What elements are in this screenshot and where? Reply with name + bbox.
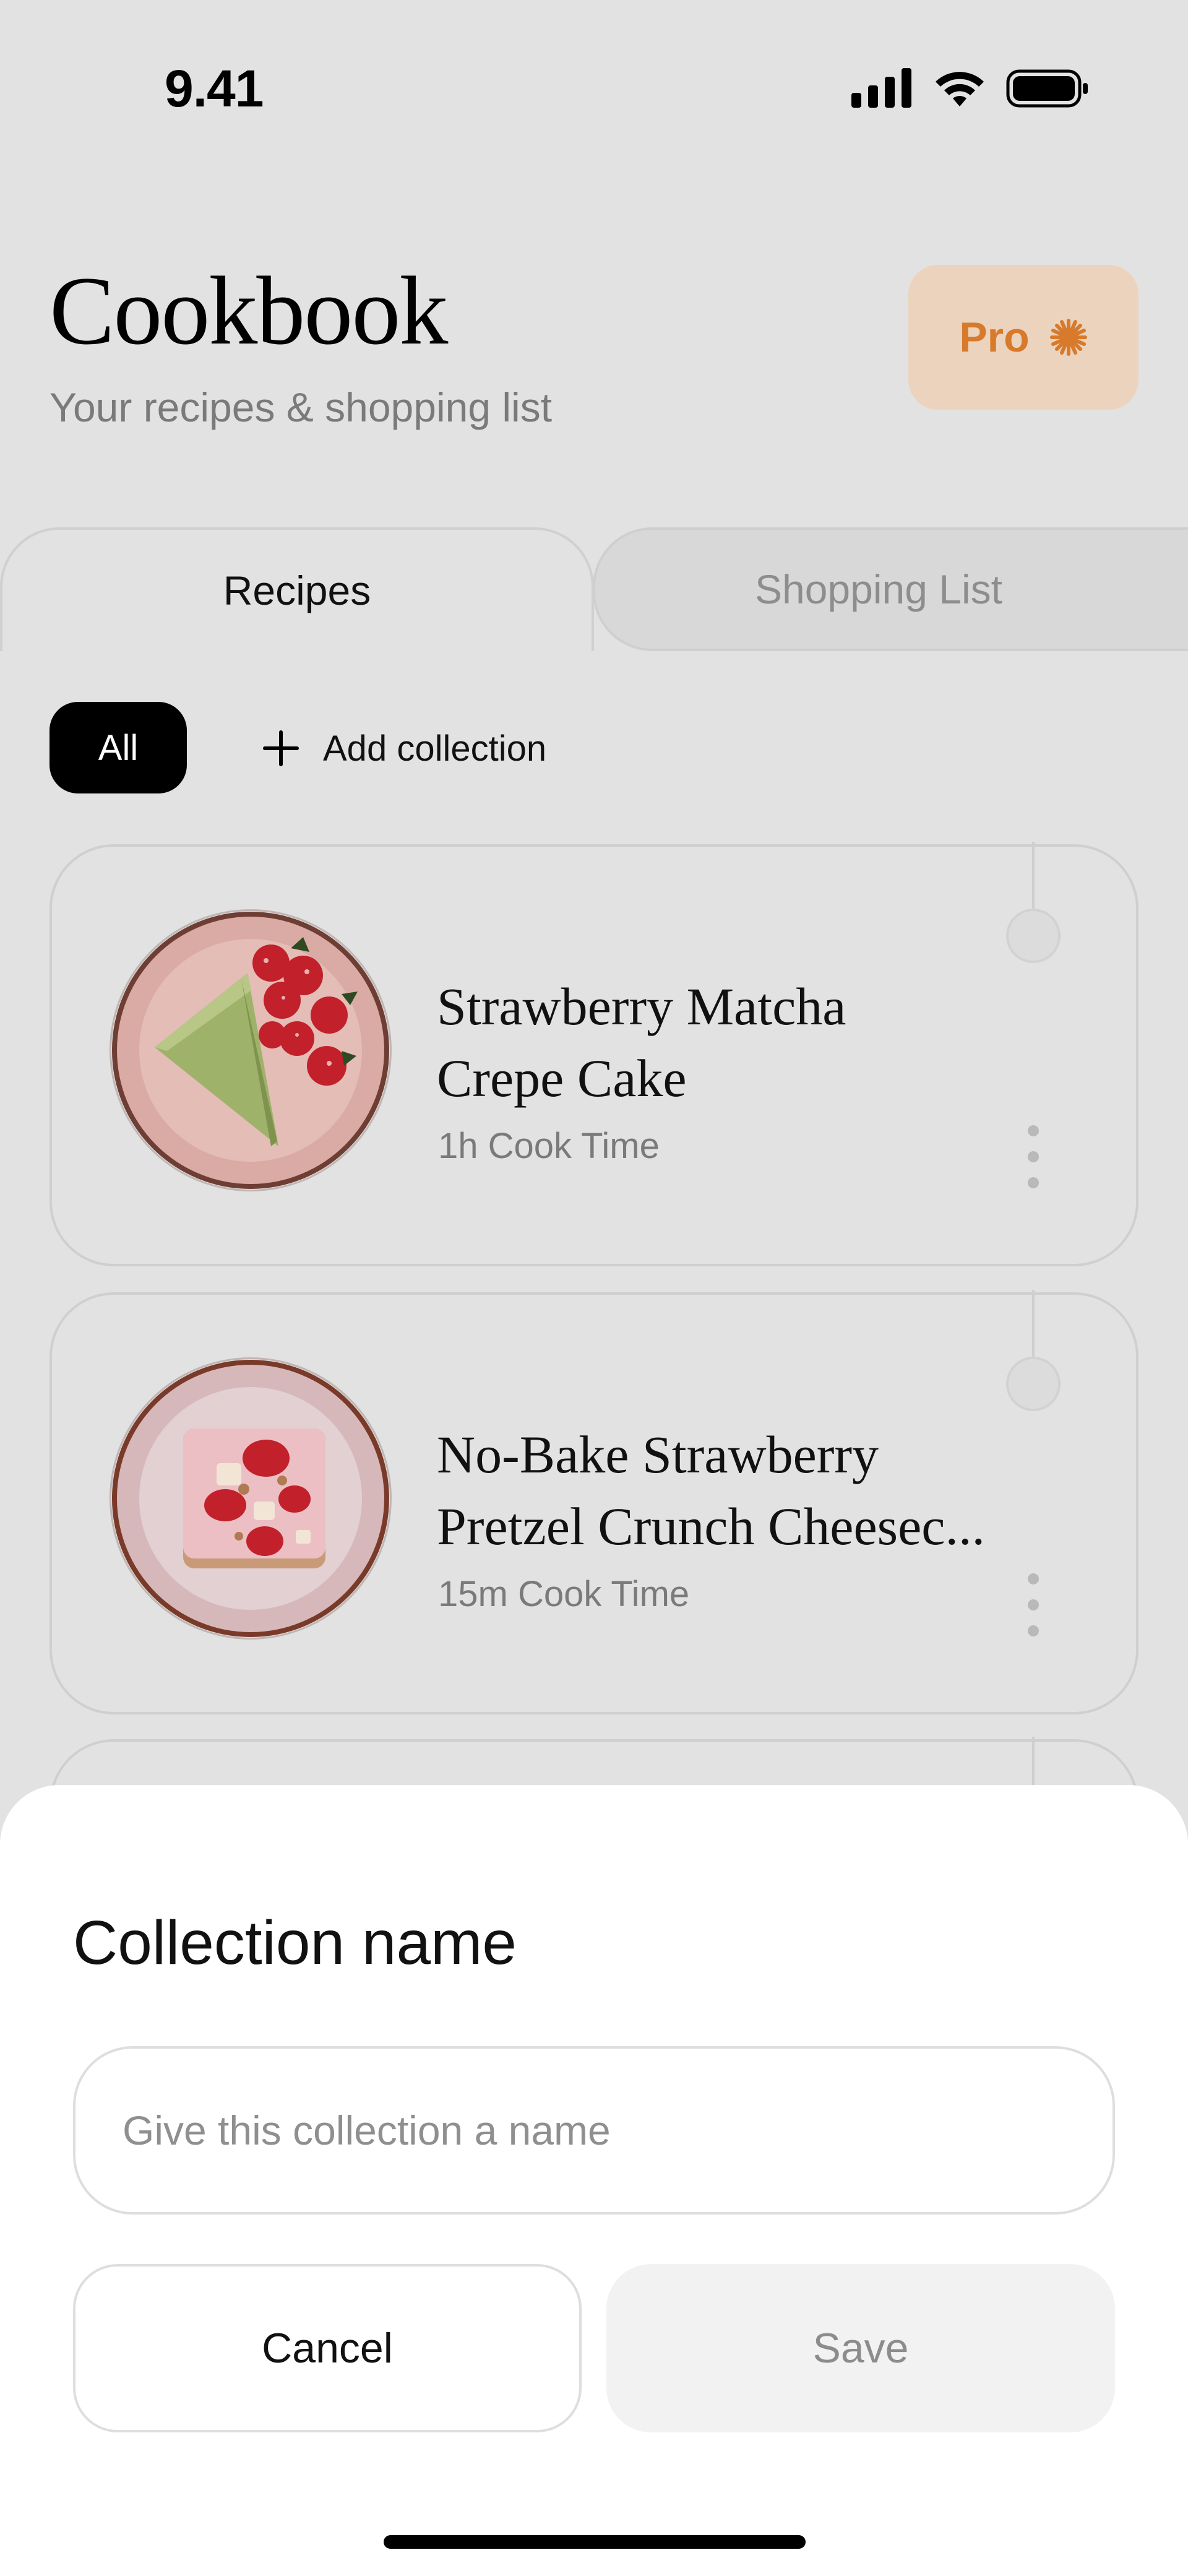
- save-button[interactable]: Save: [606, 2264, 1115, 2432]
- recipe-card[interactable]: Strawberry Matcha Crepe Cake 1h Cook Tim…: [50, 842, 1138, 1266]
- wifi-icon: [936, 72, 984, 106]
- recipe-select-toggle[interactable]: [1006, 909, 1061, 963]
- status-time: 9.41: [165, 59, 264, 118]
- recipe-cook-time: 1h Cook Time: [438, 1126, 660, 1166]
- recipe-title: Strawberry Matcha Crepe Cake: [437, 970, 1031, 1114]
- recipe-title-line: Pretzel Crunch Cheesec...: [437, 1497, 985, 1556]
- page-subtitle: Your recipes & shopping list: [50, 384, 553, 430]
- add-collection-button[interactable]: Add collection: [261, 720, 546, 776]
- add-collection-label: Add collection: [323, 728, 547, 769]
- cancel-label: Cancel: [262, 2325, 393, 2372]
- sheet-title: Collection name: [73, 1908, 517, 1977]
- recipe-cook-time: 15m Cook Time: [438, 1574, 690, 1614]
- more-options-icon[interactable]: [1023, 1125, 1043, 1188]
- page-title: Cookbook: [50, 257, 448, 365]
- chip-label: All: [98, 727, 139, 768]
- recipe-title-line: Strawberry Matcha: [437, 977, 846, 1036]
- divider: [1032, 1290, 1035, 1358]
- pro-button[interactable]: Pro: [908, 265, 1138, 410]
- recipe-title-line: No-Bake Strawberry: [437, 1425, 879, 1484]
- tab-recipes[interactable]: Recipes: [0, 527, 594, 651]
- recipe-image: [112, 912, 389, 1189]
- recipe-title: No-Bake Strawberry Pretzel Crunch Cheese…: [437, 1419, 1031, 1562]
- pro-label: Pro: [959, 314, 1030, 361]
- more-options-icon[interactable]: [1023, 1573, 1043, 1636]
- home-indicator[interactable]: [384, 2535, 806, 2549]
- filter-chip-all[interactable]: All: [50, 702, 187, 793]
- recipe-card[interactable]: No-Bake Strawberry Pretzel Crunch Cheese…: [50, 1290, 1138, 1714]
- cellular-signal-icon: [851, 68, 911, 108]
- save-label: Save: [812, 2325, 909, 2372]
- tab-label: Shopping List: [755, 566, 1002, 612]
- recipe-title-line: Crepe Cake: [437, 1048, 687, 1108]
- sparkle-icon: [1049, 319, 1087, 356]
- tab-label: Recipes: [223, 568, 371, 613]
- recipe-select-toggle[interactable]: [1006, 1357, 1061, 1411]
- cancel-button[interactable]: Cancel: [73, 2264, 582, 2432]
- battery-icon: [1006, 69, 1088, 108]
- plus-icon: [263, 730, 299, 766]
- divider: [1032, 842, 1035, 910]
- collection-name-input[interactable]: [73, 2046, 1115, 2215]
- tab-shopping-list[interactable]: Shopping List: [593, 527, 1188, 651]
- recipe-image: [112, 1360, 389, 1637]
